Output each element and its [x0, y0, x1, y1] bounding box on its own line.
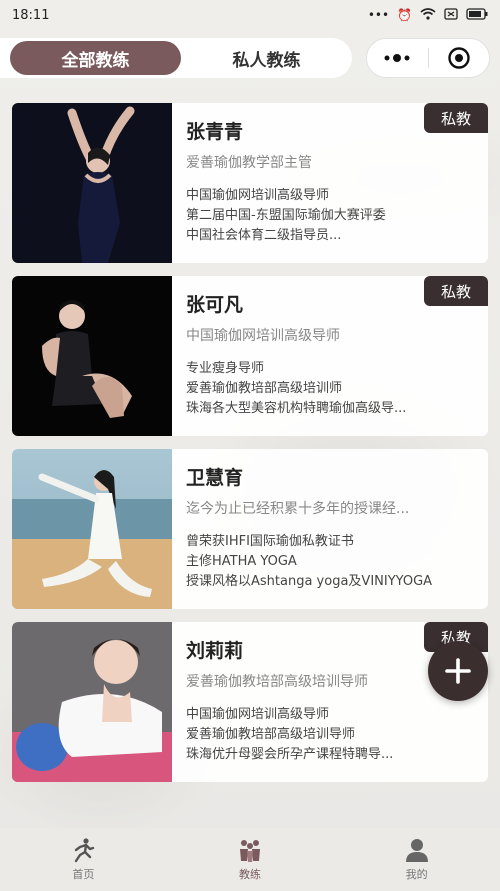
runner-icon [75, 838, 95, 863]
coach-desc-line: 爱善瑜伽教培部高级培训师 [186, 381, 343, 396]
coach-card[interactable]: 张青青 爱善瑜伽教学部主管 中国瑜伽网培训高级导师 第二届中国-东盟国际瑜伽大赛… [12, 103, 488, 263]
coach-desc-line: 爱善瑜伽教培部高级培训导师 [186, 727, 356, 742]
coach-name: 卫慧育 [186, 467, 244, 489]
user-icon [405, 839, 428, 862]
status-time: 18:11 [12, 7, 50, 23]
status-icons: ••• ⏰ [367, 7, 488, 23]
coach-title: 爱善瑜伽教学部主管 [186, 155, 312, 171]
sim-icon [444, 7, 458, 23]
private-coach-badge: 私教 [424, 276, 488, 306]
battery-icon [466, 7, 488, 23]
plus-icon [445, 658, 471, 684]
coach-desc-line: 第二届中国-东盟国际瑜伽大赛评委 [186, 208, 386, 223]
add-fab-button[interactable] [428, 641, 488, 701]
miniprogram-capsule [366, 38, 490, 78]
coach-photo [12, 103, 172, 263]
coach-info: 卫慧育 迄今为止已经积累十多年的授课经... 曾荣获IHFI国际瑜伽私教证书 主… [172, 449, 488, 609]
coach-desc-line: 中国瑜伽网培训高级导师 [186, 707, 330, 722]
nav-coaches[interactable]: 教练 [167, 828, 334, 891]
nav-mine[interactable]: 我的 [333, 828, 500, 891]
wifi-icon [420, 7, 436, 23]
target-circle-icon[interactable] [428, 38, 489, 78]
private-coach-badge: 私教 [424, 103, 488, 133]
coach-desc-line: 珠海优升母婴会所孕产课程特聘导... [186, 747, 394, 762]
coach-card[interactable]: 刘莉莉 爱善瑜伽教培部高级培训导师 中国瑜伽网培训高级导师 爱善瑜伽教培部高级培… [12, 622, 488, 782]
more-dots-icon[interactable] [367, 38, 428, 78]
coach-desc-line: 中国瑜伽网培训高级导师 [186, 188, 330, 203]
coach-group-icon [240, 840, 260, 862]
coach-desc-line: 授课风格以Ashtanga yoga及VINIYYOGA [186, 574, 433, 589]
coach-photo [12, 449, 172, 609]
coach-desc-line: 主修HATHA YOGA [186, 554, 297, 569]
coach-list: 张青青 爱善瑜伽教学部主管 中国瑜伽网培训高级导师 第二届中国-东盟国际瑜伽大赛… [12, 103, 488, 795]
nav-coaches-label: 教练 [239, 868, 261, 881]
coach-title: 迄今为止已经积累十多年的授课经... [186, 501, 410, 517]
dots-icon: ••• [367, 8, 390, 22]
top-bar: 全部教练 私人教练 [0, 38, 500, 78]
nav-home-label: 首页 [72, 868, 95, 881]
coach-desc-line: 珠海各大型美容机构特聘瑜伽高级导... [186, 401, 407, 416]
status-bar: 18:11 ••• ⏰ [0, 0, 500, 30]
coach-desc-line: 中国社会体育二级指导员... [186, 228, 342, 243]
nav-mine-label: 我的 [405, 868, 428, 881]
alarm-icon: ⏰ [397, 8, 412, 22]
coach-desc-line: 专业瘦身导师 [186, 361, 265, 376]
coach-desc-line: 曾荣获IHFI国际瑜伽私教证书 [186, 534, 354, 549]
coach-card[interactable]: 张可凡 中国瑜伽网培训高级导师 专业瘦身导师 爱善瑜伽教培部高级培训师 珠海各大… [12, 276, 488, 436]
coach-card[interactable]: 卫慧育 迄今为止已经积累十多年的授课经... 曾荣获IHFI国际瑜伽私教证书 主… [12, 449, 488, 609]
coach-photo [12, 622, 172, 782]
tab-bar: 全部教练 私人教练 [0, 38, 352, 78]
tab-private-coaches[interactable]: 私人教练 [181, 41, 352, 75]
bottom-nav: 首页 教练 我的 [0, 828, 500, 891]
coach-photo [12, 276, 172, 436]
coach-title: 中国瑜伽网培训高级导师 [186, 328, 340, 344]
tab-all-coaches[interactable]: 全部教练 [10, 41, 181, 75]
nav-home[interactable]: 首页 [0, 828, 167, 891]
